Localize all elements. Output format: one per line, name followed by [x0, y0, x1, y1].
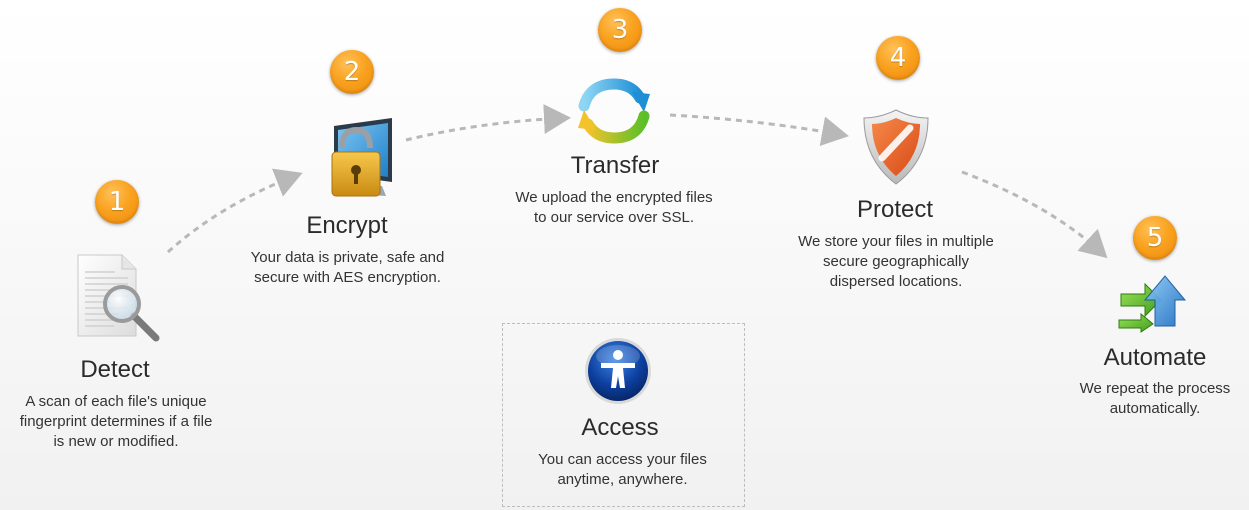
- document-search-icon: [77, 254, 160, 342]
- step-5-title: Automate: [1103, 344, 1207, 371]
- step-5-desc: We repeat the process automatically.: [1079, 380, 1231, 417]
- sync-arrows-icon: [578, 78, 650, 144]
- step-4-badge: 4: [876, 36, 920, 80]
- person-circle-icon: [585, 338, 651, 404]
- connector-2-3: [405, 104, 571, 142]
- step-3-badge: 3: [598, 8, 642, 52]
- connector-3-4: [669, 113, 849, 147]
- step-4-title: Protect: [856, 196, 934, 223]
- step-5-badge: 5: [1133, 216, 1177, 260]
- step-2-desc: Your data is private, safe and secure wi…: [250, 249, 445, 286]
- monitor-lock-icon: [331, 118, 392, 197]
- shield-icon: [863, 109, 929, 185]
- step-3-desc: We upload the encrypted files to our ser…: [515, 189, 713, 226]
- step-2-badge: 2: [330, 50, 374, 94]
- step-3-title: Transfer: [570, 152, 660, 179]
- step-1-badge: 1: [95, 180, 139, 224]
- access-desc: You can access your files anytime, anywh…: [538, 451, 707, 488]
- step-4-desc: We store your files in multiple secure g…: [798, 233, 994, 290]
- automate-arrows-icon: [1118, 275, 1187, 333]
- step-1-title: Detect: [80, 356, 150, 383]
- access-title: Access: [581, 414, 659, 441]
- step-1-desc: A scan of each file's unique fingerprint…: [19, 393, 213, 450]
- process-diagram: 1 Detect A scan of each file's unique fi…: [0, 0, 1249, 510]
- step-2-title: Encrypt: [306, 212, 388, 239]
